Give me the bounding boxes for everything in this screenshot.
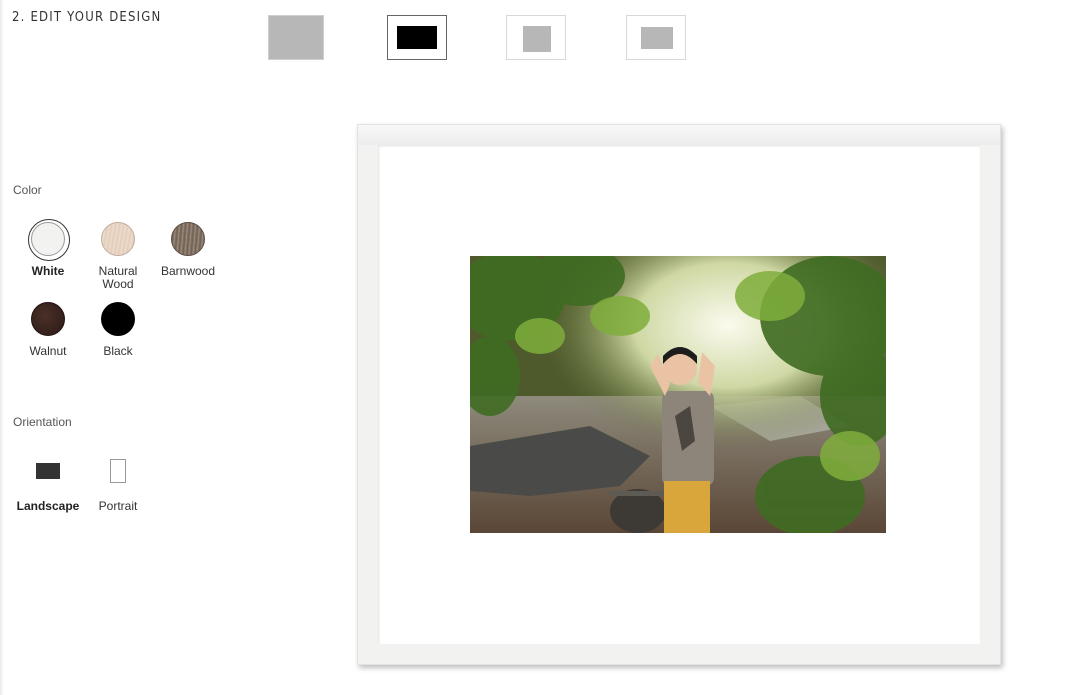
preview-photo: [470, 256, 886, 533]
black-swatch-icon: [101, 302, 135, 336]
color-option-label: Natural Wood: [98, 264, 138, 291]
orientation-option-portrait[interactable]: Portrait: [83, 456, 153, 513]
landscape-icon: [36, 463, 60, 479]
step-title: 2. EDIT YOUR DESIGN: [12, 10, 162, 25]
barnwood-swatch-icon: [171, 222, 205, 256]
orientation-option-label: Portrait: [98, 499, 138, 513]
style-option-full-bleed[interactable]: [268, 15, 324, 60]
style-option-white-mat-landscape[interactable]: [626, 15, 686, 60]
color-option-white[interactable]: White: [13, 219, 83, 278]
color-option-black[interactable]: Black: [83, 302, 153, 358]
orientation-option-label: Landscape: [16, 499, 80, 513]
page-edge-shadow: [0, 0, 4, 695]
style-option-white-mat-square[interactable]: [506, 15, 566, 60]
natural-wood-swatch-icon: [101, 222, 135, 256]
walnut-swatch-icon: [31, 302, 65, 336]
color-option-label: Black: [103, 344, 133, 358]
color-option-natural-wood[interactable]: Natural Wood: [83, 222, 153, 291]
frame-preview: [357, 124, 1001, 665]
white-swatch-icon: [28, 219, 70, 261]
color-option-barnwood[interactable]: Barnwood: [153, 222, 223, 278]
color-option-label: Barnwood: [160, 264, 216, 278]
style-option-thumbnail: [641, 27, 673, 49]
orientation-section-label: Orientation: [13, 415, 72, 429]
color-section-label: Color: [13, 183, 42, 197]
frame-mat: [378, 145, 980, 644]
color-option-label: White: [31, 264, 65, 278]
orientation-option-landscape[interactable]: Landscape: [13, 456, 83, 513]
color-option-walnut[interactable]: Walnut: [13, 302, 83, 358]
style-option-thumbnail: [523, 26, 551, 52]
color-option-label: Walnut: [29, 344, 67, 358]
portrait-icon: [110, 459, 126, 483]
style-option-thumbnail: [397, 26, 437, 49]
style-option-black-mat[interactable]: [387, 15, 447, 60]
